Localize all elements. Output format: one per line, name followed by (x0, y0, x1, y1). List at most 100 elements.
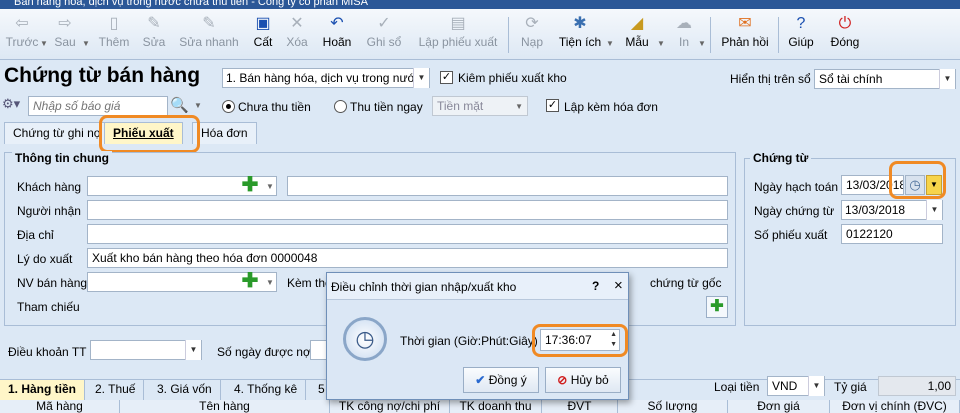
undo-button[interactable]: ↶ Hoãn (320, 13, 354, 57)
highlight-tab-outline (99, 115, 200, 153)
chevron-down-icon[interactable]: ▼ (185, 340, 201, 360)
reason-input[interactable] (87, 248, 728, 268)
customer-name-input[interactable] (287, 176, 728, 196)
exchange-rate-input[interactable]: 1,00 (878, 376, 956, 396)
salesperson-dropdown-icon[interactable]: ▼ (266, 278, 274, 287)
add-salesperson-icon[interactable]: ✚ (240, 271, 260, 292)
close-button[interactable]: ⏻ Đóng (828, 13, 862, 57)
help-icon: ? (796, 15, 806, 32)
next-button[interactable]: ⇨ Sau (50, 13, 80, 57)
prev-button[interactable]: ⇦ Trước (2, 13, 42, 57)
feedback-button[interactable]: ✉ Phản hồi (720, 13, 770, 57)
add-reference-icon[interactable]: ✚ (706, 296, 728, 318)
unpaid-radio[interactable] (222, 100, 235, 113)
posting-date-label: Ngày hạch toán (754, 180, 839, 194)
currency-select[interactable]: VND ▼ (767, 376, 825, 396)
chevron-down-icon[interactable]: ▼ (808, 376, 824, 396)
column-header[interactable]: Số lượng (618, 400, 728, 413)
post-icon: ✓ (377, 15, 391, 32)
prev-dropdown-icon[interactable]: ▼ (40, 39, 48, 48)
customer-dropdown-icon[interactable]: ▼ (266, 182, 274, 191)
dialog-close-button[interactable]: × (614, 277, 623, 294)
column-header[interactable]: Đơn vị chính (ĐVC) (830, 400, 960, 413)
tab-chung-tu-ghi-no[interactable]: Chứng từ ghi nợ (4, 122, 111, 144)
save-icon: ▣ (255, 15, 271, 32)
tab-gia-von[interactable]: 3. Giá vốn (149, 380, 221, 400)
reference-label: Tham chiếu (17, 300, 80, 314)
tab-thue[interactable]: 2. Thuế (87, 380, 145, 400)
save-button[interactable]: ▣ Cất (250, 13, 276, 57)
edit-button[interactable]: ✎ Sửa (140, 13, 168, 57)
column-header[interactable]: Đơn giá (728, 400, 830, 413)
chevron-down-icon[interactable]: ▼ (515, 102, 523, 111)
lap-kem-hoa-don-label: Lập kèm hóa đơn (564, 100, 658, 114)
receiver-label: Người nhận (17, 204, 81, 218)
source-docs-label: chứng từ gốc (650, 276, 722, 290)
print-button[interactable]: ☁ In (674, 13, 694, 57)
ok-button[interactable]: ✔ Đồng ý (463, 367, 539, 393)
exchange-rate-label: Tỷ giá (834, 380, 867, 394)
chevron-down-icon[interactable]: ▼ (939, 69, 955, 89)
delete-button[interactable]: ✕ Xóa (284, 13, 310, 57)
utility-icon: ✱ (573, 15, 587, 32)
column-header[interactable]: Mã hàng (0, 400, 120, 413)
tab-thong-ke[interactable]: 4. Thống kê (226, 380, 307, 400)
undo-icon: ↶ (330, 15, 344, 32)
time-label: Thời gian (Giờ:Phút:Giây) (400, 334, 538, 348)
post-button[interactable]: ✓ Ghi sổ (364, 13, 404, 57)
window-title: Bán hàng hóa, dịch vụ trong nước chưa th… (0, 0, 960, 9)
export-slip-button[interactable]: ▤ Lập phiếu xuất (416, 13, 500, 57)
print-dropdown-icon[interactable]: ▼ (698, 39, 706, 48)
reload-button[interactable]: ⟳ Nạp (518, 13, 546, 57)
search-dropdown-icon[interactable]: ▼ (194, 101, 202, 110)
quick-edit-icon: ✎ (202, 15, 216, 32)
payment-method-select[interactable]: Tiền mặt ▼ (432, 96, 528, 116)
column-header[interactable]: TK doanh thu (450, 400, 542, 413)
print-icon: ☁ (676, 15, 692, 32)
utility-dropdown-icon[interactable]: ▼ (606, 39, 614, 48)
add-button[interactable]: ▯ Thêm (96, 13, 132, 57)
add-customer-icon[interactable]: ✚ (240, 175, 260, 196)
column-header[interactable]: Tên hàng (120, 400, 330, 413)
time-adjust-dialog: Điều chỉnh thời gian nhập/xuất kho ? × ◷… (326, 272, 629, 400)
column-header[interactable]: ĐVT (542, 400, 618, 413)
close-power-icon: ⏻ (838, 15, 852, 32)
delete-icon: ✕ (290, 15, 304, 32)
highlight-time-outline (532, 324, 628, 357)
quote-search-input[interactable] (28, 96, 168, 116)
export-slip-icon: ▤ (450, 15, 466, 32)
receiver-input[interactable] (87, 200, 728, 220)
voucher-type-select[interactable]: 1. Bán hàng hóa, dịch vụ trong nước ▼ (222, 68, 430, 88)
quote-options-icon[interactable]: ⚙▾ (2, 96, 26, 116)
general-info-legend: Thông tin chung (12, 151, 112, 165)
voucher-date-input[interactable]: 13/03/2018 ▼ (841, 200, 943, 220)
tab-hang-tien[interactable]: 1. Hàng tiền (0, 380, 86, 400)
kiem-phieu-xuat-checkbox[interactable]: ✓ (440, 71, 453, 84)
search-icon[interactable]: 🔍 (170, 96, 190, 116)
template-icon: ◢ (630, 15, 644, 32)
arrow-left-icon: ⇦ (15, 15, 29, 32)
template-dropdown-icon[interactable]: ▼ (657, 39, 665, 48)
dialog-help-button[interactable]: ? (592, 279, 599, 293)
chevron-down-icon[interactable]: ▼ (926, 200, 942, 220)
help-button[interactable]: ? Giúp (786, 13, 816, 57)
paid-radio[interactable] (334, 100, 347, 113)
template-button[interactable]: ◢ Mẫu (622, 13, 652, 57)
chevron-down-icon[interactable]: ▼ (413, 68, 429, 88)
utility-button[interactable]: ✱ Tiện ích (556, 13, 604, 57)
display-select[interactable]: Sổ tài chính ▼ (814, 69, 956, 89)
address-label: Địa chỉ (17, 228, 54, 242)
toolbar-divider (710, 17, 711, 53)
display-label: Hiển thị trên sổ (730, 72, 811, 86)
attachment-label: Kèm the (287, 276, 332, 290)
tab-hoa-don[interactable]: Hóa đơn (192, 122, 257, 144)
address-input[interactable] (87, 224, 728, 244)
quick-edit-button[interactable]: ✎ Sửa nhanh (178, 13, 240, 57)
payment-terms-select[interactable]: ▼ (90, 340, 202, 360)
add-document-icon: ▯ (109, 15, 119, 32)
lap-kem-hoa-don-checkbox[interactable]: ✓ (546, 99, 559, 112)
cancel-button[interactable]: ⊘ Hủy bỏ (545, 367, 621, 393)
column-header[interactable]: TK công nợ/chi phí (330, 400, 450, 413)
next-dropdown-icon[interactable]: ▼ (82, 39, 90, 48)
slip-number-input[interactable] (841, 224, 943, 244)
